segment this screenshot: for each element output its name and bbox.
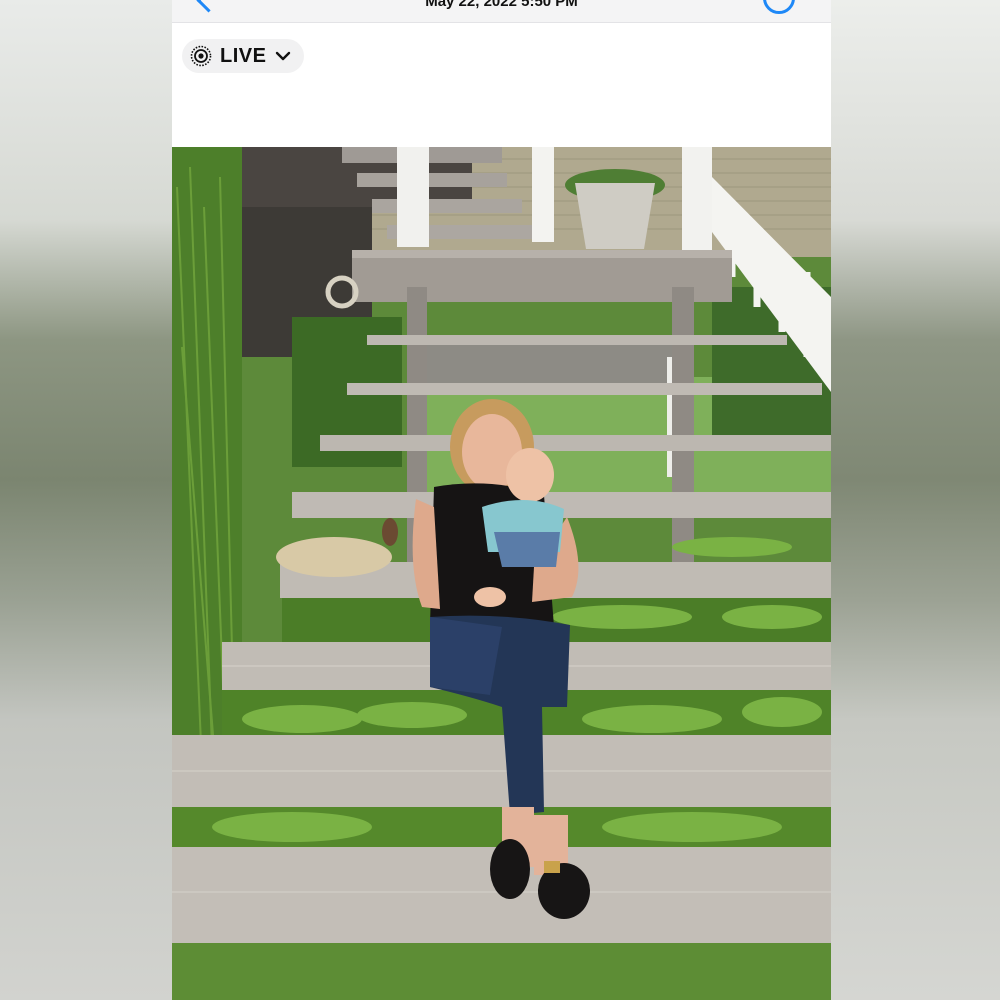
live-photo-icon — [190, 45, 212, 67]
live-label: LIVE — [220, 44, 267, 67]
blurred-background-left — [0, 0, 172, 1000]
info-icon[interactable] — [763, 0, 795, 14]
photo-content — [172, 147, 831, 1000]
photo-image — [172, 147, 831, 1000]
blurred-background-right — [828, 0, 1000, 1000]
live-photo-button[interactable]: LIVE — [182, 39, 305, 73]
viewer-top-bar: May 22, 2022 5:50 PM — [172, 0, 831, 23]
photo-date-time: May 22, 2022 5:50 PM — [425, 0, 578, 10]
photo-viewer: May 22, 2022 5:50 PM LIVE — [172, 0, 831, 1000]
chevron-down-icon — [276, 51, 291, 61]
